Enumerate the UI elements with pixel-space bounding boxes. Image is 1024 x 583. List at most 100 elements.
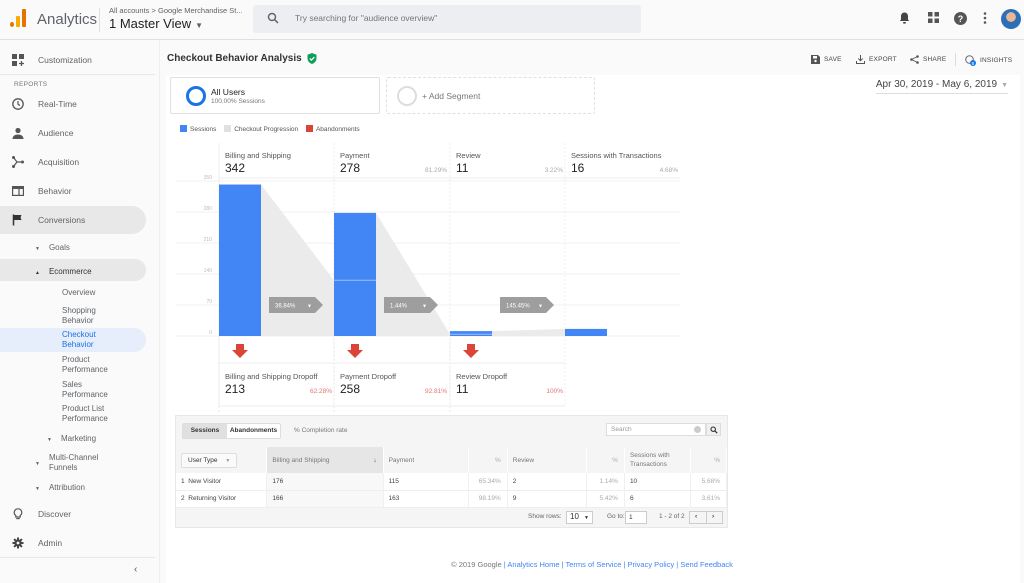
goto-input[interactable]: 1 [625, 511, 647, 524]
more-vert-icon[interactable] [983, 12, 987, 24]
table-search-button[interactable] [706, 423, 721, 436]
prev-page-icon[interactable]: ‹ [695, 513, 697, 520]
search-placeholder: Try searching for "audience overview" [295, 13, 438, 23]
clear-icon[interactable] [694, 426, 701, 433]
date-range-picker[interactable]: Apr 30, 2019 - May 6, 2019 ▼ [875, 79, 1008, 94]
caret-icon: ▼ [35, 486, 40, 492]
footer-link-privacy[interactable]: Privacy Policy [628, 560, 675, 569]
view-selector[interactable]: 1 Master View ▼ [109, 16, 203, 31]
y-tick-label: 140 [204, 268, 213, 274]
export-icon [856, 55, 865, 64]
sidebar-item-behavior[interactable]: Behavior [0, 177, 146, 205]
sidebar-item-admin[interactable]: Admin [0, 529, 146, 557]
sidebar-sales-performance[interactable]: Sales Performance [62, 380, 122, 400]
help-icon[interactable]: ? [954, 12, 967, 25]
sidebar-item-realtime[interactable]: Real-Time [0, 90, 146, 118]
footer-link-feedback[interactable]: Send Feedback [680, 560, 733, 569]
apps-grid-icon[interactable] [928, 12, 939, 23]
tab-sessions[interactable]: Sessions [183, 424, 227, 438]
user-avatar[interactable] [1001, 9, 1021, 29]
sidebar-ecommerce[interactable]: ▲ Ecommerce [35, 267, 92, 278]
insights-icon: 8 [965, 55, 976, 66]
data-table: User Type ▼ Billing and Shipping ↓ Paymen… [176, 447, 728, 508]
insights-button[interactable]: 8 INSIGHTS [965, 55, 1012, 66]
column-header[interactable]: Sessions with Transactions [624, 447, 691, 473]
sidebar-goals[interactable]: ▼ Goals [35, 243, 70, 254]
table-row: 2 Returning Visitor 166 163 98.19% 9 5.4… [176, 490, 728, 508]
sidebar-ecommerce-overview[interactable]: Overview [62, 288, 95, 298]
completion-rate-toggle[interactable]: % Completion rate [294, 427, 347, 434]
column-header[interactable]: % [468, 447, 508, 473]
data-table-panel: Sessions Abandonments % Completion rate … [175, 415, 728, 528]
breadcrumb[interactable]: All accounts > Google Merchandise St... [109, 6, 243, 15]
progression-rate-pill[interactable]: 1.44% ▼ [384, 297, 438, 313]
add-segment-button[interactable]: + Add Segment [386, 77, 595, 114]
analytics-logo[interactable] [10, 9, 26, 27]
column-header[interactable]: % [586, 447, 625, 473]
divider [99, 8, 100, 32]
step-percent: 3.22% [544, 167, 563, 174]
column-header[interactable]: Billing and Shipping ↓ [266, 447, 384, 473]
sidebar-item-discover[interactable]: Discover [0, 500, 146, 528]
sidebar-shopping-behavior[interactable]: Shopping Behavior [62, 306, 122, 326]
segment-sub: 100.00% Sessions [211, 98, 265, 105]
table-search-input[interactable]: Search [606, 423, 706, 436]
search-placeholder: Search [611, 426, 632, 433]
caret-up-icon: ▲ [35, 270, 40, 276]
column-header[interactable]: Payment [383, 447, 470, 473]
lightbulb-icon [13, 508, 23, 520]
sidebar-attribution[interactable]: ▼ Attribution [35, 483, 85, 494]
sidebar-item-customization[interactable]: Customization [0, 46, 146, 74]
app-name: Analytics [37, 11, 98, 28]
caret-icon: ▼ [35, 246, 40, 252]
export-button[interactable]: EXPORT [856, 55, 897, 64]
y-tick-label: 350 [204, 175, 213, 181]
step-value: 342 [225, 161, 246, 175]
table-cell: 2 [507, 473, 587, 491]
sidebar-item-audience[interactable]: Audience [0, 119, 146, 147]
tab-abandonments[interactable]: Abandonments [227, 424, 280, 438]
row-label[interactable]: New Visitor [188, 478, 221, 485]
dashboard-plus-icon [12, 54, 24, 66]
dimension-selector[interactable]: User Type ▼ [181, 452, 238, 468]
segment-all-users[interactable]: All Users 100.00% Sessions [170, 77, 380, 114]
sidebar-marketing[interactable]: ▼ Marketing [47, 434, 96, 445]
progression-rate-pill[interactable]: 145.45% ▼ [500, 297, 554, 313]
sidebar-mcf[interactable]: ▼ Multi-Channel Funnels [35, 453, 111, 473]
legend-swatch [224, 125, 232, 132]
legend-progression: Checkout Progression [224, 125, 298, 133]
column-header[interactable]: % [690, 447, 728, 473]
progression-rate: 36.84% [275, 304, 296, 310]
row-label[interactable]: Returning Visitor [188, 495, 236, 502]
share-button[interactable]: SHARE [910, 55, 946, 64]
table-cell: 10 [624, 473, 691, 491]
legend-sessions: Sessions [180, 125, 216, 133]
sidebar-label: Audience [38, 128, 74, 138]
chevron-down-icon: ▼ [422, 304, 427, 310]
footer-link-terms[interactable]: Terms of Service [566, 560, 622, 569]
show-rows-select[interactable]: 10 ▼ [566, 511, 593, 524]
progression-rate-pill[interactable]: 36.84% ▼ [269, 297, 323, 313]
search-bar[interactable]: Try searching for "audience overview" [253, 5, 641, 33]
table-cell: 115 [383, 473, 470, 491]
bell-icon[interactable] [899, 12, 910, 24]
table-cell: 6 [624, 490, 691, 508]
dropoff-percent: 92.81% [424, 388, 447, 395]
svg-text:8: 8 [972, 61, 975, 66]
collapse-sidebar-icon[interactable]: ‹ [134, 564, 137, 575]
sidebar-product-list-performance[interactable]: Product List Performance [62, 404, 124, 424]
next-page-icon[interactable]: › [712, 513, 714, 520]
footer-link-analytics-home[interactable]: Analytics Home [507, 560, 559, 569]
sidebar-label: Conversions [38, 215, 86, 225]
row-dimension: 1 New Visitor [176, 473, 268, 491]
table-cell: 1.14% [586, 473, 625, 491]
sidebar-item-conversions[interactable]: Conversions [0, 206, 146, 234]
sidebar-product-performance[interactable]: Product Performance [62, 355, 122, 375]
sidebar-item-acquisition[interactable]: Acquisition [0, 148, 146, 176]
table-cell: 176 [266, 473, 384, 491]
save-button[interactable]: SAVE [811, 55, 842, 64]
sidebar-checkout-behavior[interactable]: Checkout Behavior [62, 330, 112, 350]
step-value: 278 [340, 161, 361, 175]
column-header[interactable]: Review [507, 447, 587, 473]
dropoff-value: 11 [456, 382, 469, 396]
